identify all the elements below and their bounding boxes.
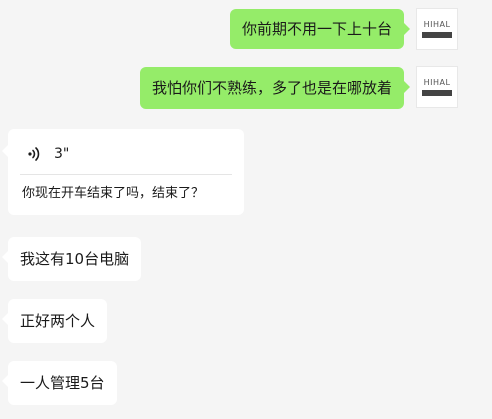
- message-text: 我这有10台电脑: [20, 250, 130, 268]
- avatar-logo-text: HIHAL: [423, 20, 451, 29]
- voice-message-bubble[interactable]: 3" 你现在开车结束了吗，结束了？: [2, 129, 244, 215]
- chat-bubble-received[interactable]: 正好两个人: [1, 299, 108, 343]
- avatar-logo-text: HIHAL: [423, 78, 451, 87]
- avatar[interactable]: HIHAL: [416, 66, 458, 108]
- message-text: 我怕你们不熟练，多了也是在哪放着: [151, 79, 392, 97]
- avatar[interactable]: HIHAL: [416, 8, 458, 50]
- avatar-logo-bar: [422, 90, 452, 96]
- chat-bubble-received[interactable]: 我这有10台电脑: [1, 237, 142, 281]
- divider: [20, 174, 232, 175]
- voice-wave-icon: [28, 147, 40, 161]
- avatar-logo-bar: [422, 32, 452, 38]
- message-text: 你前期不用一下上十台: [241, 20, 392, 38]
- voice-player[interactable]: 3": [26, 141, 69, 167]
- voice-transcript: 你现在开车结束了吗，结束了？: [22, 186, 205, 201]
- voice-duration: 3": [54, 146, 70, 162]
- chat-bubble-sent[interactable]: 我怕你们不熟练，多了也是在哪放着: [139, 67, 411, 109]
- message-text: 一人管理5台: [20, 374, 105, 392]
- message-text: 正好两个人: [20, 312, 96, 330]
- chat-bubble-sent[interactable]: 你前期不用一下上十台: [229, 9, 411, 49]
- chat-bubble-received[interactable]: 一人管理5台: [2, 361, 117, 405]
